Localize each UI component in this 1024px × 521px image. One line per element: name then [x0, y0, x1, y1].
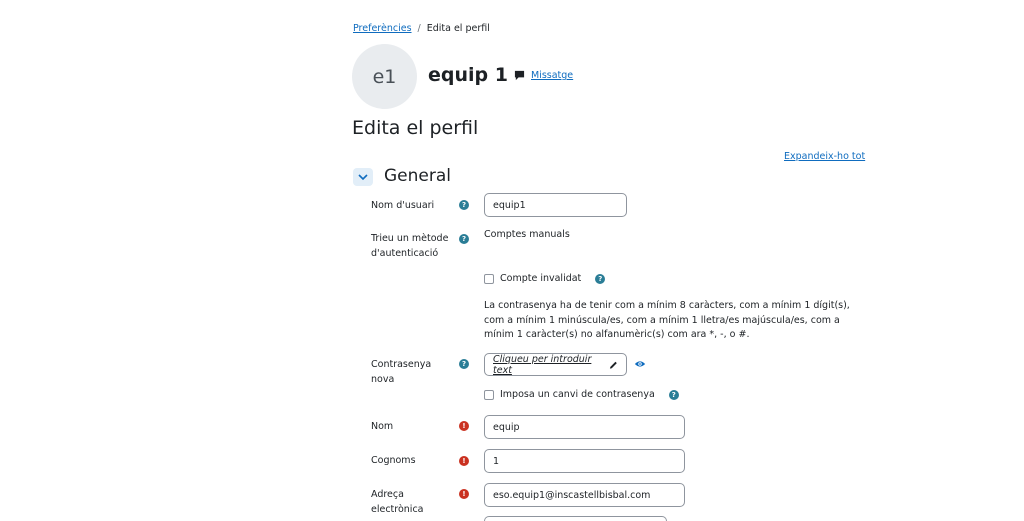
auth-method-value[interactable]: Comptes manuals: [484, 229, 570, 240]
suspended-label: Compte invalidat: [500, 273, 582, 284]
force-password-change-label: Imposa un canvi de contrasenya: [500, 389, 655, 400]
message-button[interactable]: Missatge: [514, 70, 573, 81]
firstname-label: Nom: [371, 421, 394, 432]
question-circle-icon[interactable]: ?: [459, 234, 469, 244]
breadcrumb-current: Edita el perfil: [426, 23, 490, 34]
exclamation-circle-icon: !: [459, 456, 469, 466]
question-circle-icon[interactable]: ?: [595, 273, 606, 284]
breadcrumb-link-preferences[interactable]: Preferències: [353, 23, 412, 34]
avatar-initials: e1: [372, 65, 397, 88]
chevron-down-icon: [358, 174, 368, 181]
force-password-change-checkbox[interactable]: [484, 389, 494, 400]
message-label: Missatge: [531, 70, 574, 81]
comment-icon: [514, 70, 525, 81]
section-title-general: General: [384, 166, 451, 186]
suspended-row: Compte invalidat ?: [484, 273, 606, 284]
breadcrumb-separator: /: [417, 23, 421, 34]
password-rules-text: La contrasenya ha de tenir com a mínim 8…: [484, 300, 850, 340]
exclamation-circle-icon: !: [459, 421, 469, 431]
pencil-icon: [609, 361, 617, 369]
firstname-input[interactable]: equip: [484, 415, 685, 439]
lastname-label: Cognoms: [371, 455, 416, 466]
next-field-input[interactable]: [484, 516, 667, 521]
question-circle-icon[interactable]: ?: [459, 359, 469, 369]
question-circle-icon[interactable]: ?: [668, 389, 679, 400]
section-collapse-toggle[interactable]: [353, 168, 373, 186]
page-title: Edita el perfil: [352, 117, 479, 139]
exclamation-circle-icon: !: [459, 489, 469, 499]
auth-method-label: Trieu un mètode d'autenticació: [371, 233, 449, 259]
question-circle-icon[interactable]: ?: [459, 200, 469, 210]
expand-all-link[interactable]: Expandeix-ho tot: [784, 151, 865, 162]
username-label: Nom d'usuari: [371, 200, 435, 211]
eye-icon[interactable]: [634, 359, 646, 369]
breadcrumb: Preferències / Edita el perfil: [353, 23, 490, 34]
suspended-checkbox[interactable]: [484, 273, 494, 284]
force-password-change-row: Imposa un canvi de contrasenya ?: [484, 389, 679, 400]
new-password-field[interactable]: Cliqueu per introduir text: [484, 353, 627, 376]
new-password-label: Contrasenya nova: [371, 359, 432, 385]
new-password-placeholder: Cliqueu per introduir text: [493, 353, 592, 376]
email-label: Adreça electrònica: [371, 489, 424, 515]
lastname-input[interactable]: 1: [484, 449, 685, 473]
email-input[interactable]: eso.equip1@inscastellbisbal.com: [484, 483, 685, 507]
username-input[interactable]: equip1: [484, 193, 627, 217]
avatar: e1: [352, 44, 417, 109]
user-fullname: equip 1: [428, 64, 508, 86]
